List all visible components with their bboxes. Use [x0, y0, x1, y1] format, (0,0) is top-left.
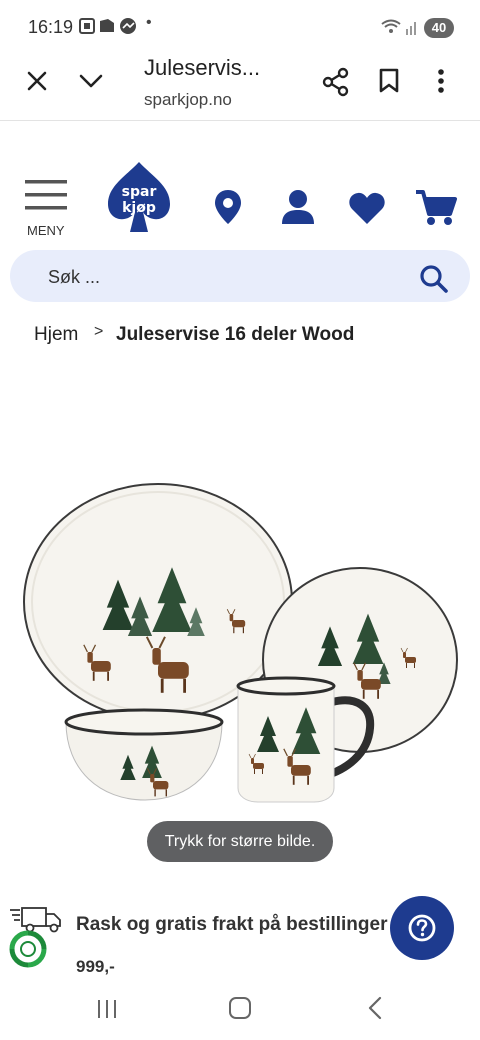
android-nav-bar — [0, 984, 480, 1040]
shipping-info-text: Rask og gratis frakt på bestillinger — [76, 914, 388, 935]
status-bar: 16:19 • 40 — [0, 0, 480, 56]
product-image[interactable] — [0, 470, 480, 810]
menu-label[interactable]: MENY — [27, 223, 65, 238]
recycle-icon — [9, 930, 47, 973]
breadcrumb-current: Juleservise 16 deler Wood — [116, 324, 355, 345]
logo-text-bottom: kjøp — [122, 200, 156, 216]
search-bar[interactable] — [10, 250, 470, 304]
help-button[interactable] — [390, 896, 454, 960]
user-account-icon[interactable] — [281, 189, 315, 230]
breadcrumb-home-link[interactable]: Hjem — [34, 324, 78, 346]
bookmark-icon[interactable] — [378, 68, 400, 99]
shipping-threshold-price: 999,- — [76, 957, 115, 976]
status-dot: • — [146, 14, 152, 31]
more-options-icon[interactable] — [436, 68, 446, 99]
search-icon[interactable] — [419, 264, 449, 299]
question-icon — [408, 914, 436, 947]
notification-icons — [78, 16, 140, 41]
heart-wishlist-icon[interactable] — [348, 191, 386, 230]
breadcrumb-separator: > — [94, 323, 104, 340]
wifi-signal-icon — [380, 17, 420, 40]
shopping-cart-icon[interactable] — [414, 189, 458, 232]
home-icon[interactable] — [228, 996, 252, 1025]
page-domain[interactable]: sparkjop.no — [144, 90, 232, 110]
image-zoom-hint[interactable]: Trykk for større bilde. — [147, 821, 333, 862]
hamburger-menu-icon[interactable] — [25, 178, 67, 217]
recent-apps-icon[interactable] — [96, 998, 118, 1025]
battery-indicator: 40 — [424, 18, 454, 38]
sparkjop-logo[interactable]: spar kjøp — [104, 160, 174, 241]
logo-text-top: spar — [122, 184, 157, 200]
page-title[interactable]: Juleservis... — [144, 55, 260, 81]
search-input[interactable] — [46, 250, 410, 304]
back-icon[interactable] — [366, 996, 384, 1025]
close-icon[interactable] — [26, 70, 48, 97]
chevron-down-icon[interactable] — [78, 72, 104, 95]
status-time: 16:19 — [28, 17, 74, 37]
location-pin-icon[interactable] — [214, 189, 242, 230]
share-icon[interactable] — [322, 67, 350, 102]
